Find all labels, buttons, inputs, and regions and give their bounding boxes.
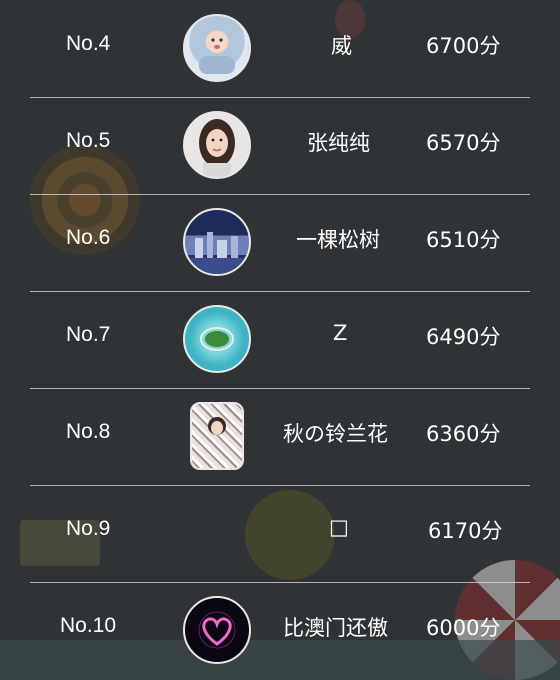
rank-label: No.10 bbox=[60, 614, 117, 637]
woman-portrait-avatar-icon bbox=[183, 111, 251, 179]
score-value: 6510分 bbox=[426, 228, 501, 252]
leaderboard-row[interactable]: No.9 □ 6170分 bbox=[0, 485, 560, 582]
leaderboard-list: No.4 威 6700分 No.5 张纯纯 6570分 No.6 一棵松树 65… bbox=[0, 0, 560, 680]
player-name: 比澳门还傲 bbox=[283, 616, 388, 640]
player-name: 威 bbox=[331, 34, 352, 58]
player-name: 秋の铃兰花 bbox=[283, 422, 388, 446]
player-name: 张纯纯 bbox=[307, 131, 370, 155]
player-name: 一棵松树 bbox=[296, 228, 380, 252]
island-avatar-icon bbox=[183, 305, 251, 373]
baby-photo-avatar-icon bbox=[183, 14, 251, 82]
leaderboard-row[interactable]: No.8 秋の铃兰花 6360分 bbox=[0, 388, 560, 485]
leaderboard-row[interactable]: No.10 比澳门还傲 6000分 bbox=[0, 582, 560, 679]
player-name: Z bbox=[333, 321, 348, 345]
rank-label: No.5 bbox=[66, 129, 111, 152]
night-city-avatar-icon bbox=[183, 208, 251, 276]
rank-label: No.9 bbox=[66, 517, 111, 540]
glowing-heart-avatar-icon bbox=[183, 596, 251, 664]
score-value: 6700分 bbox=[426, 34, 501, 58]
score-value: 6170分 bbox=[428, 519, 503, 543]
score-value: 6000分 bbox=[426, 616, 501, 640]
score-value: 6570分 bbox=[426, 131, 501, 155]
rank-label: No.8 bbox=[66, 420, 111, 443]
score-value: 6360分 bbox=[426, 422, 501, 446]
leaderboard-row[interactable]: No.7 Z 6490分 bbox=[0, 291, 560, 388]
leaderboard-row[interactable]: No.6 一棵松树 6510分 bbox=[0, 194, 560, 291]
rank-label: No.7 bbox=[66, 323, 111, 346]
player-name: □ bbox=[329, 515, 349, 539]
leaderboard-row[interactable]: No.5 张纯纯 6570分 bbox=[0, 97, 560, 194]
floral-pattern-avatar-icon bbox=[190, 402, 244, 470]
score-value: 6490分 bbox=[426, 325, 501, 349]
rank-label: No.6 bbox=[66, 226, 111, 249]
rank-label: No.4 bbox=[66, 32, 111, 55]
leaderboard-row[interactable]: No.4 威 6700分 bbox=[0, 0, 560, 97]
